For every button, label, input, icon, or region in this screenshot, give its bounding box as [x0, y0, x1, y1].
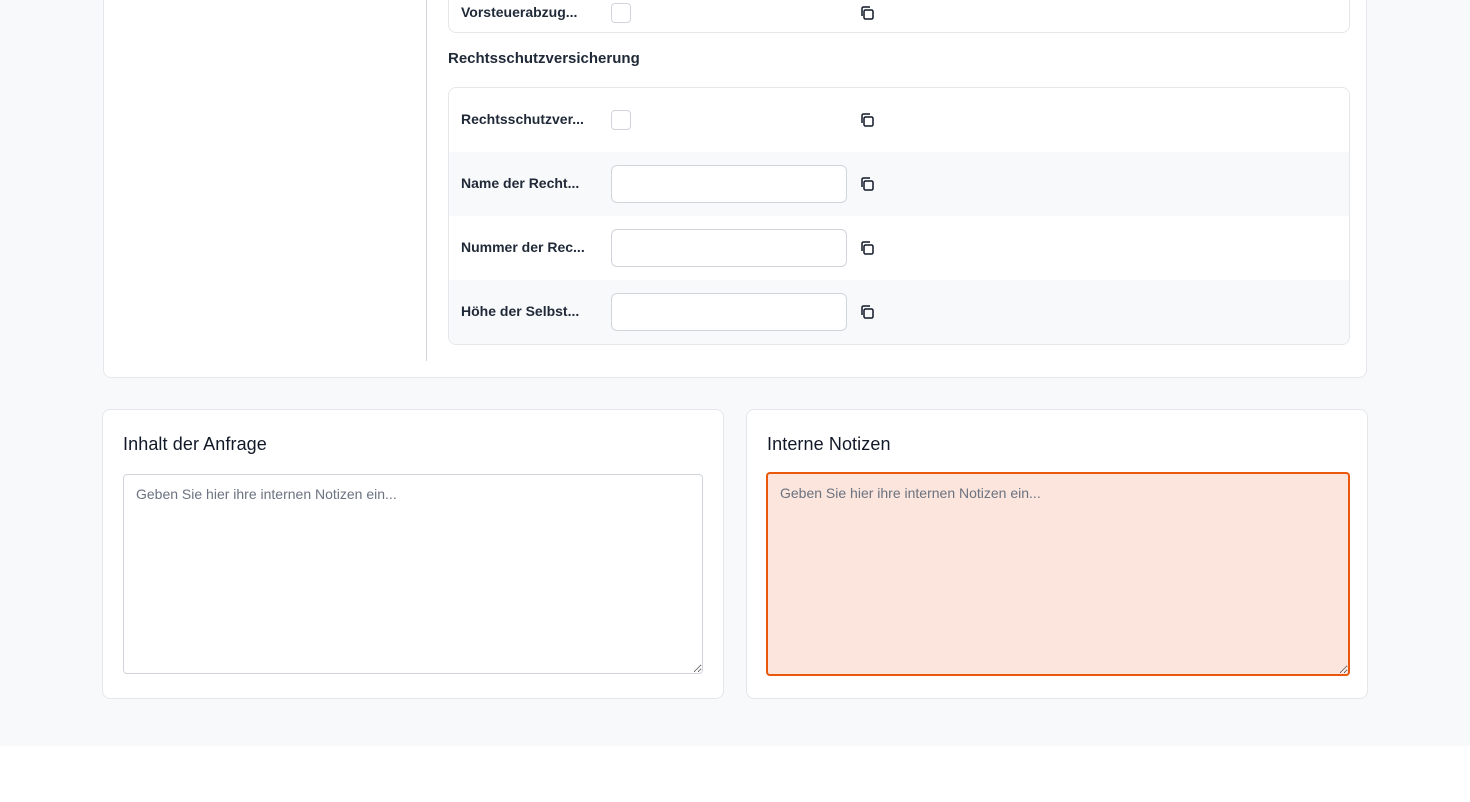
form-row-name: Name der Recht... — [449, 152, 1349, 216]
request-content-textarea[interactable] — [123, 474, 703, 674]
rechtsschutz-group: Rechtsschutzver... Name der Recht... Num… — [448, 87, 1350, 345]
rechtsschutz-checkbox[interactable] — [611, 110, 631, 130]
field-label: Nummer der Rec... — [461, 239, 585, 255]
copy-icon[interactable] — [859, 240, 875, 256]
previous-group: Vorsteuerabzug... — [448, 0, 1350, 33]
form-row-rechtsschutz: Rechtsschutzver... — [449, 88, 1349, 152]
copy-icon[interactable] — [859, 304, 875, 320]
internal-notes-panel: Interne Notizen — [746, 409, 1368, 699]
selbstbeteiligung-input[interactable] — [611, 293, 847, 331]
copy-icon[interactable] — [859, 5, 875, 21]
form-row: Vorsteuerabzug... — [449, 0, 1349, 32]
form-row-nummer: Nummer der Rec... — [449, 216, 1349, 280]
nummer-rechtsschutz-input[interactable] — [611, 229, 847, 267]
field-label: Name der Recht... — [461, 175, 580, 191]
panel-title: Interne Notizen — [767, 434, 891, 454]
column-divider — [426, 0, 427, 361]
internal-notes-textarea[interactable] — [766, 472, 1350, 676]
panel-title: Inhalt der Anfrage — [123, 434, 267, 454]
copy-icon[interactable] — [859, 176, 875, 192]
field-label: Höhe der Selbst... — [461, 303, 580, 319]
request-content-panel: Inhalt der Anfrage — [102, 409, 724, 699]
form-row-selbstbeteiligung: Höhe der Selbst... — [449, 280, 1349, 344]
vorsteuerabzug-checkbox[interactable] — [611, 3, 631, 23]
section-title-rechtsschutz: Rechtsschutzversicherung — [448, 50, 640, 67]
name-rechtsschutz-input[interactable] — [611, 165, 847, 203]
field-label: Rechtsschutzver... — [461, 111, 584, 127]
field-label: Vorsteuerabzug... — [461, 4, 578, 20]
copy-icon[interactable] — [859, 112, 875, 128]
